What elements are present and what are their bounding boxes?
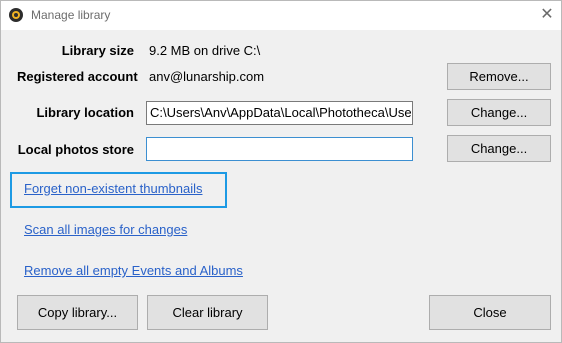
forget-thumbnails-link[interactable]: Forget non-existent thumbnails bbox=[24, 181, 202, 196]
change-location-button[interactable]: Change... bbox=[447, 99, 551, 126]
local-photos-store-label: Local photos store bbox=[17, 142, 134, 157]
close-button[interactable]: Close bbox=[429, 295, 551, 330]
scan-images-link[interactable]: Scan all images for changes bbox=[24, 222, 187, 237]
close-icon[interactable]: ✕ bbox=[537, 5, 557, 25]
copy-library-button[interactable]: Copy library... bbox=[17, 295, 138, 330]
remove-account-button[interactable]: Remove... bbox=[447, 63, 551, 90]
local-photos-store-field[interactable] bbox=[146, 137, 413, 161]
library-size-value: 9.2 MB on drive C:\ bbox=[149, 43, 261, 58]
app-logo-icon bbox=[9, 8, 23, 22]
registered-account-label: Registered account bbox=[17, 69, 138, 84]
remove-empty-link[interactable]: Remove all empty Events and Albums bbox=[24, 263, 243, 278]
clear-library-button[interactable]: Clear library bbox=[147, 295, 268, 330]
title-bar: Manage library ✕ bbox=[1, 1, 561, 30]
manage-library-dialog: Manage library ✕ Library size 9.2 MB on … bbox=[0, 0, 562, 343]
library-location-field[interactable]: C:\Users\Anv\AppData\Local\Phototheca\Us… bbox=[146, 101, 413, 125]
window-title: Manage library bbox=[31, 8, 111, 22]
library-size-label: Library size bbox=[61, 43, 134, 58]
registered-account-value: anv@lunarship.com bbox=[149, 69, 265, 84]
change-store-button[interactable]: Change... bbox=[447, 135, 551, 162]
library-location-label: Library location bbox=[36, 105, 134, 120]
